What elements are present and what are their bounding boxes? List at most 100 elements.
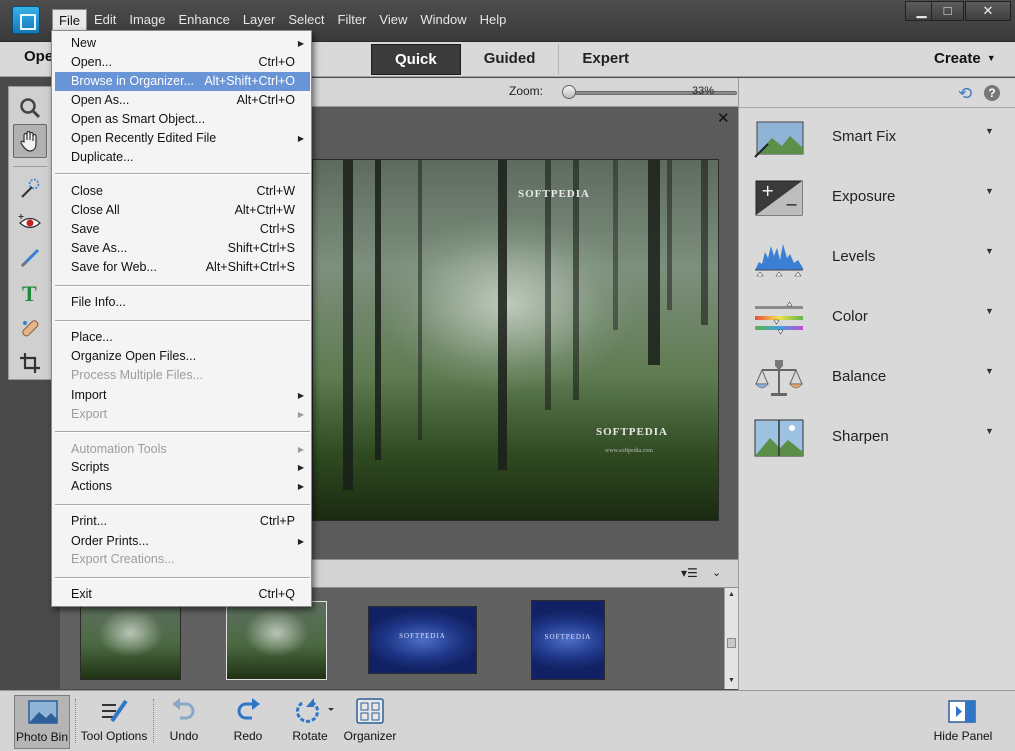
tab-quick[interactable]: Quick <box>371 44 461 75</box>
menu-item-exit[interactable]: Exit Ctrl+Q <box>55 585 310 604</box>
menu-item-actions[interactable]: Actions ▶ <box>55 477 310 496</box>
photo-thumbnail-1[interactable] <box>80 601 181 680</box>
type-tool[interactable]: T <box>13 276 47 310</box>
create-button[interactable]: Create ▼ <box>934 50 996 67</box>
reset-icon[interactable]: ⟲ <box>958 84 972 104</box>
menu-item-print[interactable]: Print... Ctrl+P <box>55 512 310 531</box>
adjustment-sharpen[interactable]: Sharpen ▼ <box>739 408 1015 468</box>
menu-select[interactable]: Select <box>282 9 330 31</box>
whiten-teeth-tool[interactable] <box>13 241 47 275</box>
chevron-down-icon[interactable]: ⌄ <box>712 566 721 579</box>
adjustment-color[interactable]: Color ▼ <box>739 288 1015 348</box>
rotate-button[interactable]: Rotate <box>284 695 336 749</box>
undo-label: Undo <box>169 729 199 743</box>
menu-item-label: Open As... <box>71 93 130 107</box>
menu-item-close-all[interactable]: Close All Alt+Ctrl+W <box>55 201 310 220</box>
menu-item-save[interactable]: Save Ctrl+S <box>55 220 310 239</box>
photo-subcaption: www.softpedia.com <box>605 448 653 454</box>
chevron-down-icon[interactable]: ▼ <box>985 306 994 316</box>
maximize-button[interactable]: □ <box>931 1 964 21</box>
bin-options-icon[interactable]: ▾☰ <box>681 566 698 580</box>
menu-item-save-for-web[interactable]: Save for Web... Alt+Shift+Ctrl+S <box>55 258 310 277</box>
chevron-down-icon[interactable]: ▼ <box>985 426 994 436</box>
menu-filter[interactable]: Filter <box>332 9 373 31</box>
menu-item-open[interactable]: Open... Ctrl+O <box>55 53 310 72</box>
menu-item-duplicate[interactable]: Duplicate... <box>55 148 310 167</box>
menu-item-new[interactable]: New ▶ <box>55 34 310 53</box>
menu-item-browse-in-organizer[interactable]: Browse in Organizer... Alt+Shift+Ctrl+O <box>55 72 310 91</box>
menu-item-save-as[interactable]: Save As... Shift+Ctrl+S <box>55 239 310 258</box>
adjustment-smart-fix[interactable]: Smart Fix ▼ <box>739 108 1015 168</box>
zoom-slider-handle[interactable] <box>562 85 576 99</box>
photo-bin-button[interactable]: Photo Bin <box>14 695 70 749</box>
tab-guided[interactable]: Guided <box>461 44 560 75</box>
menu-item-place[interactable]: Place... <box>55 328 310 347</box>
close-window-button[interactable]: ✕ <box>965 1 1011 21</box>
menu-item-order-prints[interactable]: Order Prints... ▶ <box>55 532 310 551</box>
tab-expert[interactable]: Expert <box>559 44 652 75</box>
chevron-down-icon[interactable]: ▼ <box>985 126 994 136</box>
organizer-button[interactable]: Organizer <box>340 695 400 749</box>
close-document-icon[interactable]: ✕ <box>717 109 730 127</box>
tool-options-button[interactable]: Tool Options <box>80 695 148 749</box>
menu-enhance[interactable]: Enhance <box>173 9 236 31</box>
bottom-bar: Photo Bin Tool Options Undo Redo Rotate … <box>0 690 1015 751</box>
menu-shortcut: Ctrl+O <box>258 55 295 69</box>
menu-item-label: Process Multiple Files... <box>71 368 203 382</box>
menu-view[interactable]: View <box>373 9 413 31</box>
hide-panel-button[interactable]: Hide Panel <box>930 695 996 749</box>
spot-healing-tool[interactable] <box>13 311 47 345</box>
adjustments-panel: ⟲ ? Smart Fix ▼ + − Exposure ▼ Levels ▼ <box>738 78 1015 690</box>
submenu-arrow-icon: ▶ <box>297 482 304 491</box>
photo-tree <box>701 160 708 325</box>
photo-tree <box>667 160 672 310</box>
photo-thumbnail-4[interactable]: SOFTPEDIA <box>531 600 605 680</box>
menu-item-close[interactable]: Close Ctrl+W <box>55 182 310 201</box>
adjustment-exposure[interactable]: + − Exposure ▼ <box>739 168 1015 228</box>
quick-selection-tool[interactable] <box>13 171 47 205</box>
menu-item-scripts[interactable]: Scripts ▶ <box>55 458 310 477</box>
menu-shortcut: Ctrl+P <box>259 514 295 528</box>
hand-tool[interactable] <box>13 124 47 158</box>
magnifier-icon <box>20 98 41 119</box>
redo-label: Redo <box>233 729 263 743</box>
chevron-down-icon[interactable]: ▼ <box>985 246 994 256</box>
menu-image[interactable]: Image <box>123 9 171 31</box>
photo-watermark: SOFTPEDIA <box>518 188 590 200</box>
adjustment-levels[interactable]: Levels ▼ <box>739 228 1015 288</box>
photo-bin-scrollbar[interactable]: ▲ ▼ <box>724 588 738 689</box>
crop-tool[interactable] <box>13 346 47 380</box>
rotate-label: Rotate <box>292 729 328 743</box>
brush-icon <box>20 248 40 268</box>
chevron-down-icon[interactable]: ▼ <box>985 366 994 376</box>
menu-item-open-recent[interactable]: Open Recently Edited File ▶ <box>55 129 310 148</box>
menu-file[interactable]: File <box>52 9 87 31</box>
menu-edit[interactable]: Edit <box>88 9 122 31</box>
red-eye-tool[interactable] <box>13 206 47 240</box>
chevron-down-icon[interactable]: ▼ <box>985 186 994 196</box>
adjustment-balance[interactable]: Balance ▼ <box>739 348 1015 408</box>
submenu-arrow-icon: ▶ <box>297 445 304 454</box>
scrollbar-thumb[interactable] <box>727 638 736 648</box>
tools-panel: T <box>8 86 52 380</box>
menu-item-import[interactable]: Import ▶ <box>55 386 310 405</box>
redo-button[interactable]: Redo <box>222 695 274 749</box>
help-icon[interactable]: ? <box>984 85 1000 101</box>
menu-item-file-info[interactable]: File Info... <box>55 293 310 312</box>
menu-item-open-as[interactable]: Open As... Alt+Ctrl+O <box>55 91 310 110</box>
thumbnail-caption: SOFTPEDIA <box>544 633 592 641</box>
zoom-tool[interactable] <box>13 91 47 125</box>
scroll-down-icon[interactable]: ▼ <box>728 677 735 684</box>
menu-item-label: Place... <box>71 330 113 344</box>
menu-layer[interactable]: Layer <box>237 9 282 31</box>
undo-button[interactable]: Undo <box>158 695 210 749</box>
menu-item-open-smart-object[interactable]: Open as Smart Object... <box>55 110 310 129</box>
menu-item-label: Open... <box>71 55 112 69</box>
scroll-up-icon[interactable]: ▲ <box>728 591 735 598</box>
menu-help[interactable]: Help <box>474 9 513 31</box>
photo-thumbnail-2[interactable] <box>226 601 327 680</box>
open-button[interactable]: Ope <box>24 48 53 65</box>
photo-thumbnail-3[interactable]: SOFTPEDIA <box>368 606 477 674</box>
menu-item-organize-open-files[interactable]: Organize Open Files... <box>55 347 310 366</box>
menu-window[interactable]: Window <box>414 9 472 31</box>
